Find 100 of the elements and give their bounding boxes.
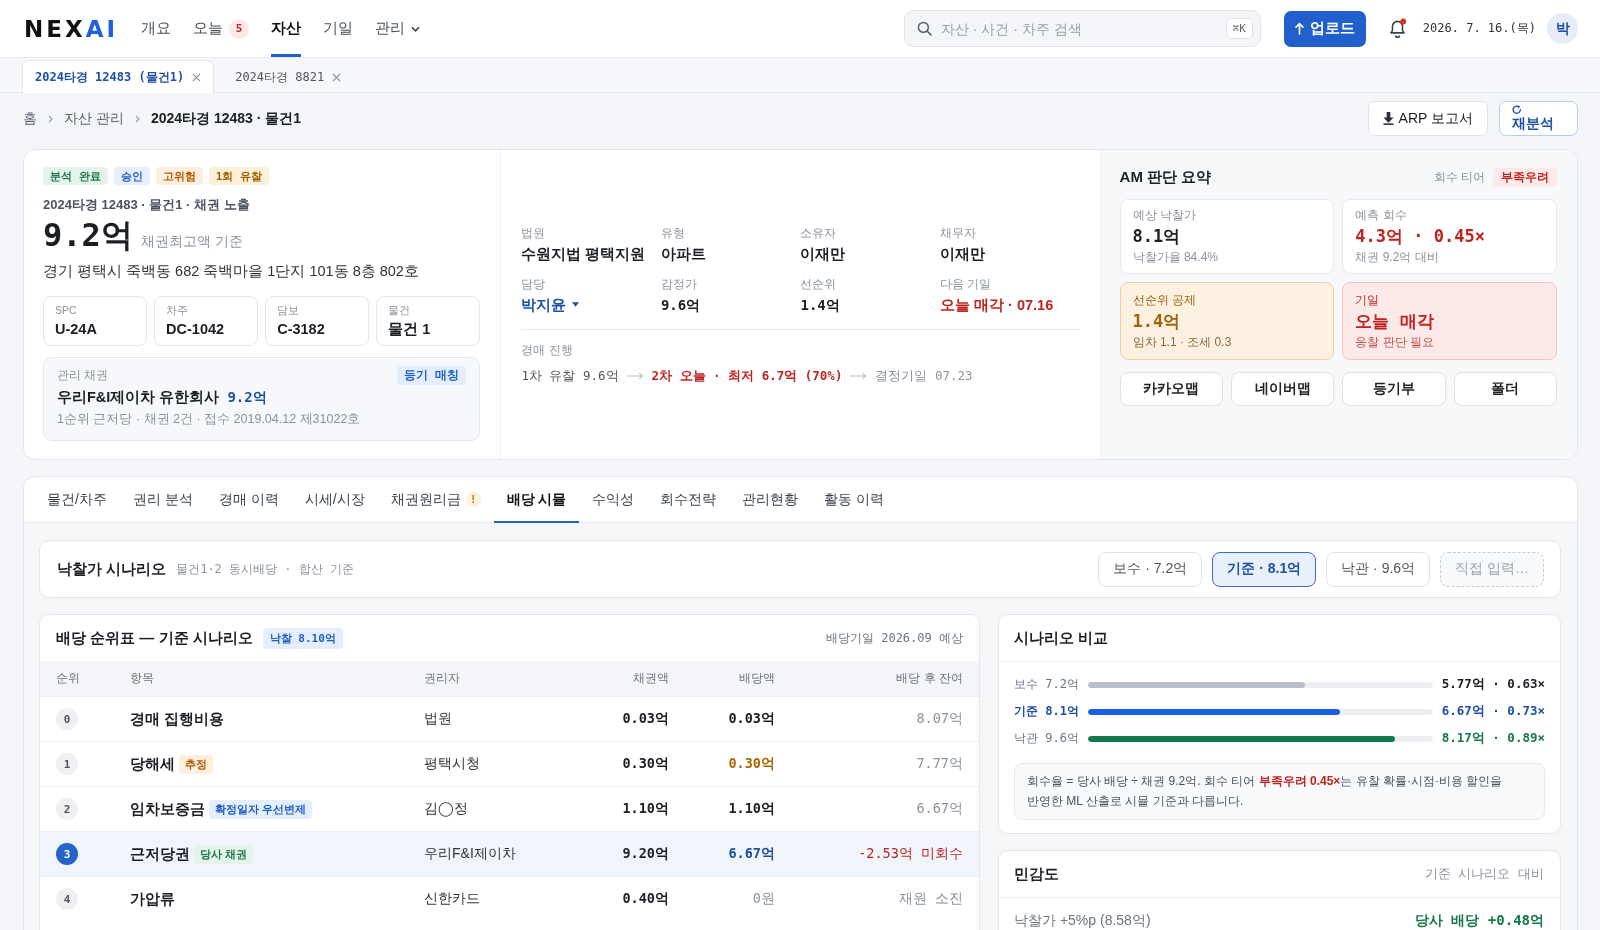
scenario-option[interactable]: 기준 · 8.1억 [1212,551,1317,587]
link-button[interactable]: 네이버맵 [1230,372,1335,406]
card-note: 임차 1.1 · 조세 0.3 [1132,334,1233,350]
link-button[interactable]: 카카오맵 [1119,372,1223,406]
card-label: 예상 낙찰가 [1132,208,1197,223]
exposure-amount: 9.2억 [43,217,133,253]
field-label: 법원 [521,224,546,241]
section-title: AM 판단 요약 [1119,167,1212,187]
nav-tab[interactable]: 기일 [312,0,365,57]
section-tab[interactable]: 물건/차주 [34,477,120,522]
id-value: U-24A [55,320,98,338]
column-header: 항목 [130,670,155,687]
nav-tab[interactable]: 개요 [130,0,183,57]
bond-label: 관리 채권 [57,367,109,384]
section-tab[interactable]: 채권원리금 ! [377,477,494,522]
card-value: 1.4억 [1132,310,1182,332]
field-value: 9.6억 [660,295,701,315]
card-note: 기준 시나리오 대비 [1424,865,1544,883]
table-cell: 임차보증금 [130,799,205,819]
section-tab[interactable]: 권리 분석 [119,477,206,522]
scenario-option[interactable]: 보수 · 7.2억 [1098,551,1203,587]
bond-detail: 1순위 근저당 · 채권 2건 · 접수 2019.04.12 제31022호 [57,411,362,428]
row-tag: 당사 채권 [194,844,254,864]
field-value: 아파트 [660,244,706,264]
date-text: 2026. 7. 16.(목) [1422,20,1536,37]
price-tag: 낙찰 8.10억 [262,627,343,649]
field-value: 1.4억 [800,295,840,315]
field-label: 소유자 [800,224,837,241]
row-tag: 추정 [179,754,213,774]
bond-amount: 9.2억 [227,389,267,407]
close-icon[interactable] [192,72,202,82]
table-cell: 6.67억 [728,845,775,863]
rank-marker: 2 [56,798,78,820]
table-cell-text: 우리F&I제이차 [424,845,517,863]
table-cell: 당해세 [130,754,175,774]
column-header: 배당 후 잔여 [896,670,963,687]
section-tab[interactable]: 시세/시장 [291,477,378,522]
id-value: 물건 1 [388,320,432,338]
field-label: 채무자 [940,224,977,241]
section-tab[interactable]: 수익성 [579,477,648,522]
upload-button[interactable]: 업로드 [1283,10,1366,47]
status-tag: 분석 완료 [43,167,108,185]
table-cell: 0.40억 [622,890,669,908]
document-tab[interactable]: 2024타경 12483 (물건1) [22,60,215,93]
nav-tab[interactable]: 관리 [364,0,432,57]
assignee-dropdown[interactable]: 박지윤 [521,294,580,315]
section-tab[interactable]: 경매 이력 [205,477,292,522]
breadcrumb-link[interactable]: 2024타경 12483 · 물건1 [150,109,302,128]
field-label: 감정가 [660,275,697,292]
section-tab[interactable]: 배당 시뮬 [493,477,580,522]
scenario-label: 보수 7.2억 [1014,676,1080,693]
section-tab[interactable]: 활동 이력 [811,477,898,522]
count-badge: 5 [229,18,250,39]
rank-marker: 0 [56,708,78,730]
chevron-right-icon [48,114,53,123]
document-tab[interactable]: 2024타경 8821 [222,61,355,93]
reanalyze-button[interactable]: 재분석 [1499,101,1578,136]
caret-down-icon [572,302,580,307]
scenario-value: 5.77억 · 0.63× [1441,676,1545,693]
field-value: 이재만 [800,244,846,264]
id-value: C-3182 [277,320,326,338]
id-value: DC-1042 [166,320,226,338]
alert-badge: ! [465,492,481,507]
breadcrumb-link[interactable]: 홈 [23,109,37,128]
scenario-label: 기준 8.1억 [1014,703,1080,720]
field-label: 유형 [660,224,685,241]
nav-tab[interactable]: 자산 [260,0,313,57]
column-header: 권리자 [424,670,461,687]
auction-step: 결정기일 07.23 [875,367,973,385]
bond-holder: 우리F&I제이차 유한회사 [57,388,220,407]
field-label: 담당 [521,275,546,292]
status-tag: 승인 [113,167,150,185]
field-value: 오늘 매각 · 07.16 [940,295,1054,315]
close-icon[interactable] [332,73,342,82]
table-note: 배당기일 2026.09 예상 [825,629,963,647]
tier-tag: 부족우려 [1493,167,1557,187]
table-cell: 경매 집행비용 [130,709,225,729]
table-cell: 재원 소진 [898,890,963,908]
card-label: 예측 회수 [1355,208,1408,223]
table-cell: -2.53억 미회수 [858,845,963,863]
logo[interactable]: NEXAI [24,16,119,41]
amount-caption: 채권최고액 기준 [140,233,243,251]
link-button[interactable]: 등기부 [1342,372,1446,406]
asset-subtitle: 2024타경 12483 · 물건1 · 채권 노출 [43,197,251,213]
nav-tab[interactable]: 오늘 5 [182,0,261,57]
link-button[interactable]: 폴더 [1453,372,1557,406]
user-avatar[interactable]: 박 [1547,13,1578,44]
section-tab[interactable]: 회수전략 [647,477,730,522]
sensitivity-label: 낙찰가 +5%p (8.58억) [1014,911,1151,930]
section-tab[interactable]: 관리현황 [729,477,812,522]
report-button[interactable]: ARP 보고서 [1367,101,1488,136]
bell-icon[interactable] [1387,18,1407,39]
card-label: 기일 [1355,292,1381,308]
scenario-option[interactable]: 낙관 · 9.6억 [1326,551,1431,587]
id-label: 차주 [166,304,190,317]
table-cell-text: 법원 [424,710,453,728]
tier-label: 회수 티어 [1433,168,1485,186]
card-value: 오늘 매각 [1355,310,1435,332]
field-value: 이재만 [940,244,986,264]
breadcrumb-link[interactable]: 자산 관리 [64,109,124,128]
